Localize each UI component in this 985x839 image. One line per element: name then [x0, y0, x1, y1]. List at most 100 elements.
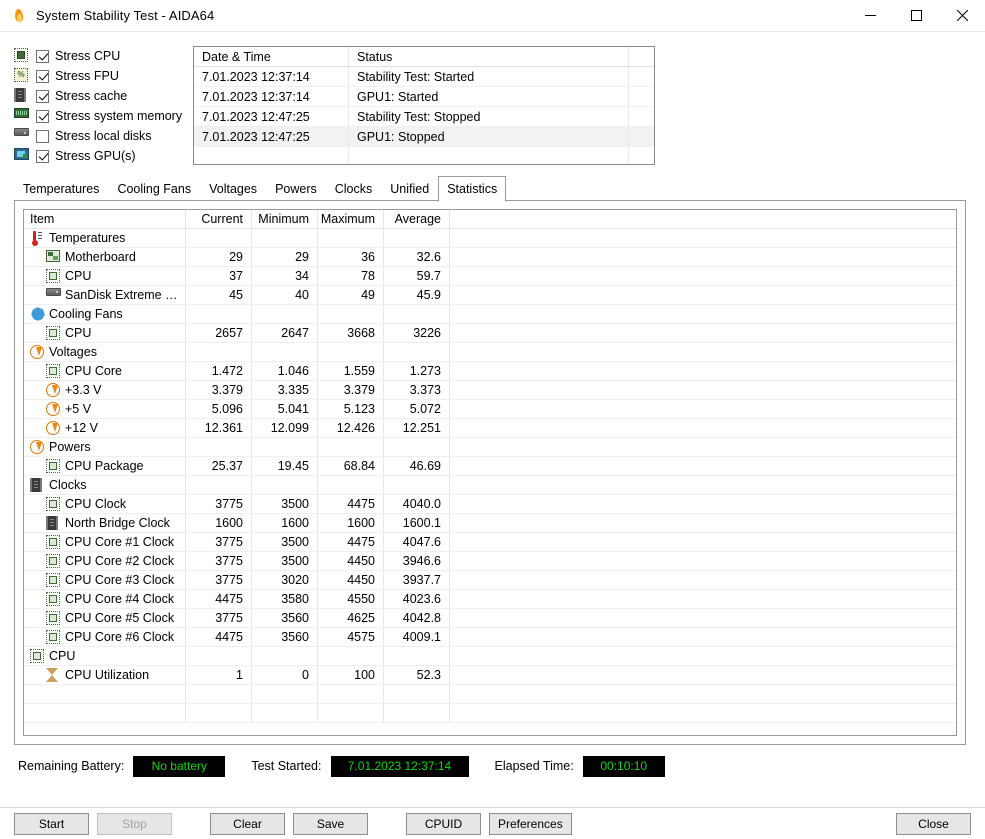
table-row[interactable]: CPU Utilization 1 0 100 52.3 — [24, 666, 956, 685]
table-row-empty[interactable] — [24, 704, 956, 723]
row-label: +3.3 V — [65, 383, 102, 397]
table-row[interactable]: CPU Core #1 Clock 3775 3500 4475 4047.6 — [24, 533, 956, 552]
row-label: CPU — [65, 326, 92, 340]
table-row[interactable]: CPU Core #3 Clock 3775 3020 4450 3937.7 — [24, 571, 956, 590]
cell-maximum: 100 — [318, 666, 384, 684]
log-status: Stability Test: Stopped — [349, 107, 629, 126]
table-row[interactable]: 7.01.2023 12:47:25 Stability Test: Stopp… — [194, 107, 654, 127]
stress-option-gpu[interactable]: Stress GPU(s) — [14, 146, 179, 166]
row-label: CPU Package — [65, 459, 144, 473]
table-row[interactable]: Powers — [24, 438, 956, 457]
cell-spacer — [450, 628, 956, 646]
table-row[interactable]: CPU Core #4 Clock 4475 3580 4550 4023.6 — [24, 590, 956, 609]
stress-option-fpu[interactable]: % Stress FPU — [14, 66, 179, 86]
stress-option-cache[interactable]: Stress cache — [14, 86, 179, 106]
table-row[interactable]: 7.01.2023 12:37:14 Stability Test: Start… — [194, 67, 654, 87]
cell-average: 32.6 — [384, 248, 450, 266]
close-icon[interactable] — [939, 0, 985, 32]
clear-button[interactable]: Clear — [210, 812, 285, 835]
table-row[interactable]: +5 V 5.096 5.041 5.123 5.072 — [24, 400, 956, 419]
start-button[interactable]: Start — [14, 812, 89, 835]
table-row[interactable]: CPU Core 1.472 1.046 1.559 1.273 — [24, 362, 956, 381]
cell-maximum: 4475 — [318, 533, 384, 551]
table-row[interactable]: +3.3 V 3.379 3.335 3.379 3.373 — [24, 381, 956, 400]
table-row[interactable]: CPU 37 34 78 59.7 — [24, 267, 956, 286]
tab-unified[interactable]: Unified — [381, 176, 438, 201]
tab-clocks[interactable]: Clocks — [326, 176, 382, 201]
cell-current: 29 — [186, 248, 252, 266]
cell-minimum: 0 — [252, 666, 318, 684]
stress-option-disks[interactable]: Stress local disks — [14, 126, 179, 146]
table-row-empty[interactable] — [24, 685, 956, 704]
cell-maximum: 68.84 — [318, 457, 384, 475]
tab-statistics[interactable]: Statistics — [438, 176, 507, 202]
table-row[interactable]: CPU Package 25.37 19.45 68.84 46.69 — [24, 457, 956, 476]
table-row[interactable]: Motherboard 29 29 36 32.6 — [24, 248, 956, 267]
stress-gpu-checkbox[interactable] — [36, 149, 49, 163]
cell-maximum — [318, 343, 384, 361]
table-row[interactable]: North Bridge Clock 1600 1600 1600 1600.1 — [24, 514, 956, 533]
stress-option-memory[interactable]: Stress system memory — [14, 106, 182, 126]
close-button[interactable]: Close — [896, 812, 971, 835]
hard-disk-icon — [46, 287, 61, 303]
cell-average: 4042.8 — [384, 609, 450, 627]
row-label: +12 V — [65, 421, 99, 435]
log-extra — [629, 127, 654, 146]
stress-memory-checkbox[interactable] — [36, 109, 49, 123]
cell-average — [384, 343, 450, 361]
table-row[interactable]: Voltages — [24, 343, 956, 362]
cell-average — [384, 229, 450, 247]
cpu-chip-icon — [46, 572, 61, 588]
statistics-table[interactable]: Item Current Minimum Maximum Average Tem… — [23, 209, 957, 736]
cell-maximum: 5.123 — [318, 400, 384, 418]
cell-maximum: 12.426 — [318, 419, 384, 437]
cpuid-button[interactable]: CPUID — [406, 812, 481, 835]
cell-average: 4040.0 — [384, 495, 450, 513]
stress-cache-checkbox[interactable] — [36, 89, 49, 103]
table-row[interactable]: 7.01.2023 12:47:25 GPU1: Stopped — [194, 127, 654, 147]
cell-average: 4047.6 — [384, 533, 450, 551]
top-section: Stress CPU % Stress FPU Stress cache Str… — [0, 32, 985, 166]
event-log-table[interactable]: Date & Time Status 7.01.2023 12:37:14 St… — [193, 46, 655, 165]
row-label: Motherboard — [65, 250, 136, 264]
stress-disks-checkbox[interactable] — [36, 129, 49, 143]
cell-spacer — [450, 381, 956, 399]
row-label: CPU Core #5 Clock — [65, 611, 175, 625]
table-row[interactable]: SanDisk Extreme Pro ...45404945.9 — [24, 286, 956, 305]
table-row[interactable]: CPU 2657 2647 3668 3226 — [24, 324, 956, 343]
table-row[interactable]: CPU Core #2 Clock 3775 3500 4450 3946.6 — [24, 552, 956, 571]
table-row[interactable]: CPU Core #6 Clock 4475 3560 4575 4009.1 — [24, 628, 956, 647]
flame-icon — [11, 8, 27, 24]
table-row[interactable]: CPU Clock 3775 3500 4475 4040.0 — [24, 495, 956, 514]
row-label: CPU Core #6 Clock — [65, 630, 175, 644]
save-button[interactable]: Save — [293, 812, 368, 835]
tab-powers[interactable]: Powers — [266, 176, 326, 201]
table-row[interactable]: Clocks — [24, 476, 956, 495]
tab-cooling-fans[interactable]: Cooling Fans — [108, 176, 200, 201]
stress-option-cpu[interactable]: Stress CPU — [14, 46, 179, 66]
tab-voltages[interactable]: Voltages — [200, 176, 266, 201]
table-row[interactable]: CPU Core #5 Clock 3775 3560 4625 4042.8 — [24, 609, 956, 628]
column-header-spacer — [450, 210, 956, 228]
row-label: Voltages — [49, 345, 97, 359]
table-row[interactable]: Temperatures — [24, 229, 956, 248]
preferences-button[interactable]: Preferences — [489, 812, 572, 835]
table-row[interactable]: CPU — [24, 647, 956, 666]
row-label: Cooling Fans — [49, 307, 123, 321]
column-header-current: Current — [186, 210, 252, 228]
cell-spacer — [450, 267, 956, 285]
cell-average: 46.69 — [384, 457, 450, 475]
cell-current: 12.361 — [186, 419, 252, 437]
minimize-button[interactable] — [847, 0, 893, 32]
cell-minimum: 2647 — [252, 324, 318, 342]
column-header-average: Average — [384, 210, 450, 228]
stress-cpu-checkbox[interactable] — [36, 49, 49, 63]
stress-fpu-checkbox[interactable] — [36, 69, 49, 83]
cell-maximum: 4475 — [318, 495, 384, 513]
table-row[interactable]: Cooling Fans — [24, 305, 956, 324]
log-datetime: 7.01.2023 12:37:14 — [194, 67, 349, 86]
maximize-button[interactable] — [893, 0, 939, 32]
table-row[interactable]: 7.01.2023 12:37:14 GPU1: Started — [194, 87, 654, 107]
table-row[interactable]: +12 V 12.361 12.099 12.426 12.251 — [24, 419, 956, 438]
tab-temperatures[interactable]: Temperatures — [14, 176, 108, 201]
